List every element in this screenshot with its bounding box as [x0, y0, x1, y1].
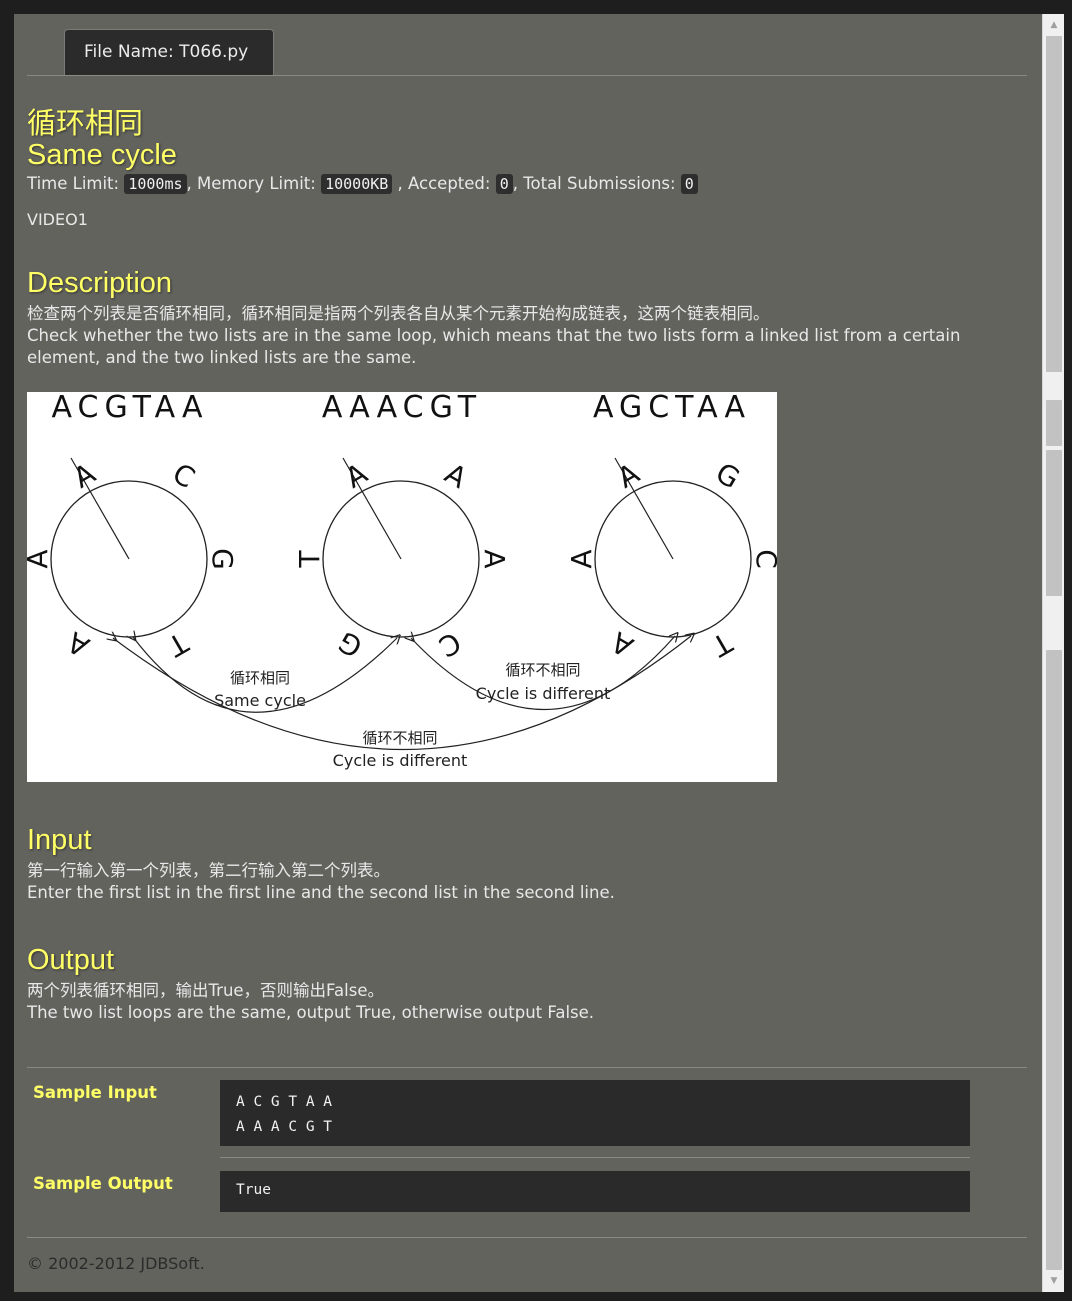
c3-letter-bottom-left: A: [606, 625, 639, 663]
c1-letter-right: G: [206, 548, 239, 570]
scroll-down-arrow-icon[interactable]: ▼: [1043, 1272, 1065, 1290]
window-edge: [1064, 0, 1072, 1301]
arc3-label-zh: 循环不相同: [362, 729, 437, 747]
c2-letter-top-left: A: [340, 457, 373, 495]
output-heading: Output: [27, 944, 115, 976]
samples-divider-middle: [220, 1157, 970, 1158]
c3-letter-left: A: [565, 549, 598, 568]
scrollbar-segment-4[interactable]: [1046, 650, 1062, 1270]
sample-output-label: Sample Output: [33, 1174, 173, 1193]
input-en: Enter the first list in the first line a…: [27, 883, 615, 902]
accepted-label: , Accepted:: [392, 174, 496, 193]
scrollbar-segment-1[interactable]: [1046, 36, 1062, 372]
scrollbar-segment-3[interactable]: [1046, 450, 1062, 596]
problem-title-zh: 循环相同: [27, 106, 144, 140]
c3-letter-right: C: [750, 549, 777, 569]
footer-copyright: © 2002-2012 JDBSoft.: [27, 1254, 205, 1273]
arc3-label-en: Cycle is different: [333, 751, 468, 770]
arc1-label-en: Same cycle: [214, 691, 306, 710]
c1-letter-top-left: A: [68, 457, 101, 495]
memory-limit-label: , Memory Limit:: [186, 174, 322, 193]
c3-letter-top-right: G: [710, 456, 745, 495]
description-heading: Description: [27, 267, 173, 299]
problem-content: 循环相同 Same cycle Time Limit: 1000ms, Memo…: [27, 106, 1027, 1024]
submissions-value: 0: [680, 174, 698, 194]
sample-input-box[interactable]: A C G T A A A A A C G T: [220, 1080, 970, 1146]
input-heading: Input: [27, 824, 92, 856]
footer-divider: [27, 1237, 1027, 1238]
sequence-2: AAACGT: [322, 392, 482, 425]
cycle-diagram: ACGTAA AAACGT AGCTAA A C G T A A A A C G…: [27, 392, 777, 782]
submissions-label: , Total Submissions:: [512, 174, 681, 193]
circle-1-letters: A C G T A A: [27, 457, 239, 664]
problem-title-en: Same cycle: [27, 139, 177, 171]
input-zh: 第一行输入第一个列表，第二行输入第二个列表。: [27, 861, 390, 880]
tab-divider: [27, 75, 1027, 76]
output-en: The two list loops are the same, output …: [27, 1003, 595, 1022]
memory-limit-value: 10000KB: [321, 174, 393, 194]
video-link[interactable]: VIDEO1: [27, 210, 1027, 229]
c1-letter-left: A: [27, 549, 54, 568]
c2-letter-right: A: [478, 549, 511, 568]
circle-2-letters: A A A C G T: [293, 457, 511, 664]
c2-letter-left: T: [293, 550, 326, 569]
arc1-label-zh: 循环相同: [230, 669, 290, 687]
c3-letter-top-left: A: [612, 457, 645, 495]
c2-letter-bottom-right: C: [433, 625, 466, 663]
time-limit-value: 1000ms: [124, 174, 187, 194]
description-en: Check whether the two lists are in the s…: [27, 326, 961, 367]
arc2-label-en: Cycle is different: [476, 684, 611, 703]
time-limit-label: Time Limit:: [27, 174, 125, 193]
c2-letter-top-right: A: [439, 457, 472, 495]
scrollbar-segment-2[interactable]: [1046, 400, 1062, 446]
c3-letter-bottom-right: T: [705, 625, 738, 663]
arc2-label-zh: 循环不相同: [505, 661, 580, 679]
sample-output-box[interactable]: True: [220, 1171, 970, 1212]
sequence-3: AGCTAA: [593, 392, 751, 425]
c2-letter-bottom-left: G: [333, 625, 368, 664]
accepted-value: 0: [495, 174, 513, 194]
c1-letter-bottom-right: T: [161, 625, 194, 663]
problem-limits: Time Limit: 1000ms, Memory Limit: 10000K…: [27, 172, 1027, 196]
file-name-tab[interactable]: File Name: T066.py: [64, 29, 274, 76]
problem-page: File Name: T066.py 循环相同 Same cycle Time …: [14, 14, 1042, 1292]
vertical-scrollbar[interactable]: ▲ ▼: [1042, 14, 1064, 1292]
scroll-up-arrow-icon[interactable]: ▲: [1043, 16, 1065, 34]
cycle-diagram-svg: ACGTAA AAACGT AGCTAA A C G T A A A A C G…: [27, 392, 777, 770]
sample-input-label: Sample Input: [33, 1083, 157, 1102]
output-zh: 两个列表循环相同，输出True，否则输出False。: [27, 981, 384, 1000]
circle-3-letters: A G C T A A: [565, 456, 777, 663]
samples-divider-top: [27, 1067, 1027, 1068]
c1-letter-bottom-left: A: [62, 625, 95, 663]
description-zh: 检查两个列表是否循环相同，循环相同是指两个列表各自从某个元素开始构成链表，这两个…: [27, 304, 770, 323]
c1-letter-top-right: C: [167, 457, 200, 495]
sequence-1: ACGTAA: [52, 392, 209, 425]
